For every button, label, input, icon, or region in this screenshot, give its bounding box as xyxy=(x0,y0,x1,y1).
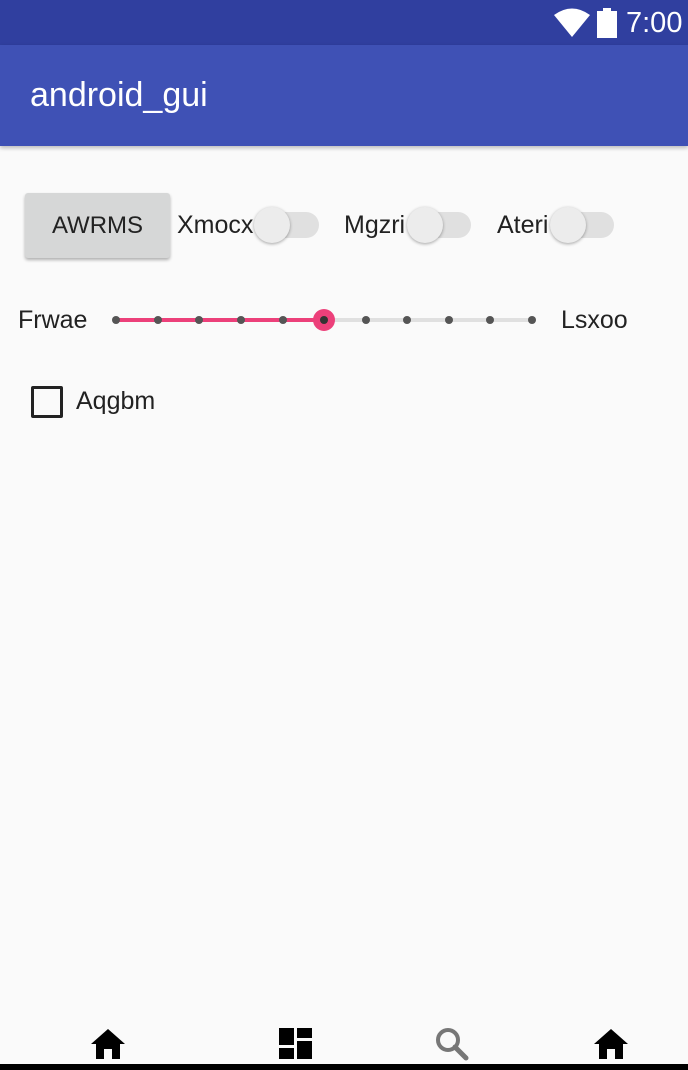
slider-tick xyxy=(237,316,245,324)
switch-label-mgzri: Mgzri xyxy=(344,211,406,239)
dashboard-icon[interactable] xyxy=(276,1026,316,1062)
bottom-edge xyxy=(0,1064,688,1070)
slider-tick xyxy=(279,316,287,324)
awrms-button[interactable]: AWRMS xyxy=(25,193,170,258)
slider-right-label: Lsxoo xyxy=(561,306,628,334)
switch-thumb[interactable] xyxy=(407,207,443,243)
status-time: 7:00 xyxy=(626,7,683,39)
switch-label-xmocx: Xmocx xyxy=(177,211,254,239)
slider-tick xyxy=(362,316,370,324)
battery-icon xyxy=(597,8,617,38)
checkbox-label[interactable]: Aqgbm xyxy=(76,384,155,418)
slider-tick xyxy=(403,316,411,324)
slider-tick xyxy=(112,316,120,324)
slider-tick xyxy=(154,316,162,324)
slider-track-fill xyxy=(116,318,324,322)
wifi-icon xyxy=(554,8,590,37)
slider-tick xyxy=(528,316,536,324)
switch-label-ateri: Ateri xyxy=(497,211,549,239)
slider-left-label: Frwae xyxy=(18,306,88,334)
app-bar: android_gui xyxy=(0,45,688,146)
status-bar: 7:00 xyxy=(0,0,688,45)
slider-tick xyxy=(486,316,494,324)
slider-tick xyxy=(445,316,453,324)
app-title: android_gui xyxy=(30,76,208,114)
switch-thumb[interactable] xyxy=(254,207,290,243)
aqgbm-checkbox[interactable] xyxy=(31,386,63,418)
home-icon[interactable] xyxy=(88,1026,128,1062)
slider-thumb[interactable] xyxy=(313,309,335,331)
home-icon[interactable] xyxy=(591,1026,631,1062)
search-icon[interactable] xyxy=(433,1026,473,1062)
slider-tick xyxy=(195,316,203,324)
slider-thumb-dot xyxy=(320,316,328,324)
switch-thumb[interactable] xyxy=(550,207,586,243)
